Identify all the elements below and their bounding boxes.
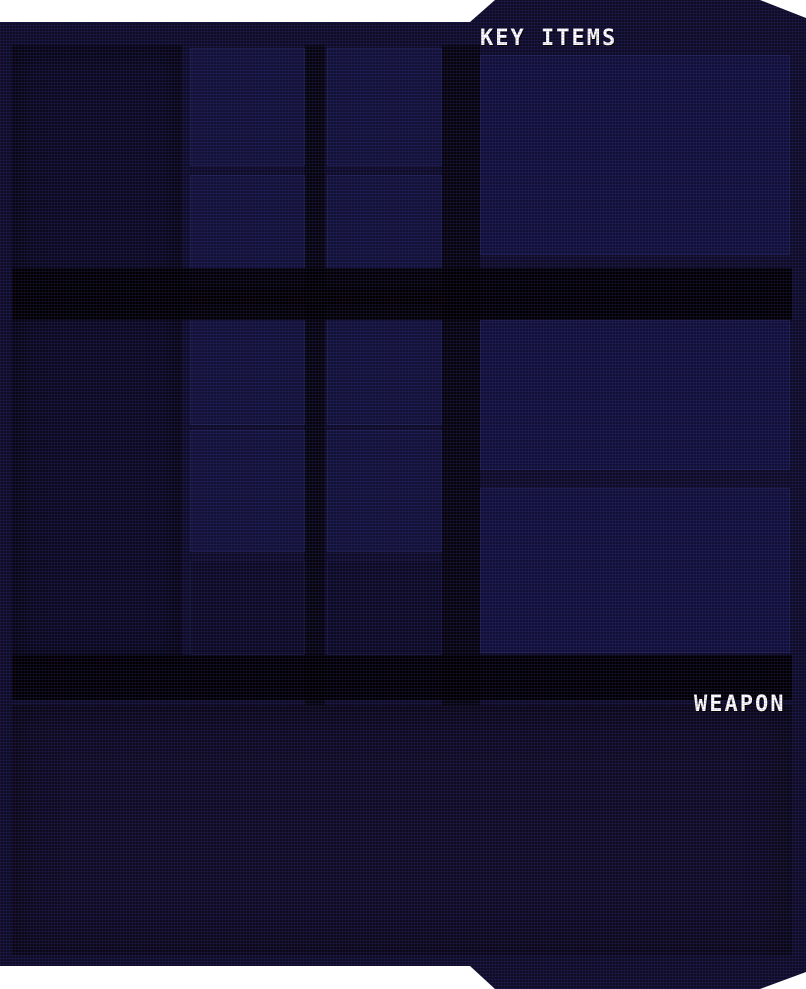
key-item-slot-2[interactable]	[480, 320, 790, 470]
key-items-label: KEY ITEMS	[480, 26, 618, 51]
key-item-slot-1[interactable]	[480, 55, 790, 255]
shadow-overlay	[12, 655, 792, 700]
equipment-column	[12, 45, 182, 665]
section-divider	[442, 45, 480, 705]
lower-panel	[12, 705, 792, 955]
inventory-slot-10[interactable]	[327, 560, 442, 655]
key-item-slot-3[interactable]	[480, 488, 790, 653]
shadow-overlay	[12, 268, 792, 320]
inventory-panel: KEY ITEMS WEAPON	[0, 0, 806, 989]
slot-divider	[305, 45, 325, 705]
inventory-slot-6[interactable]	[327, 305, 442, 425]
inventory-slot-5[interactable]	[190, 305, 305, 425]
inventory-slot-7[interactable]	[190, 430, 305, 552]
inventory-slot-8[interactable]	[327, 430, 442, 552]
inventory-slot-9[interactable]	[190, 560, 305, 655]
inventory-slot-2[interactable]	[327, 48, 442, 166]
inventory-slot-1[interactable]	[190, 48, 305, 166]
weapon-label: WEAPON	[694, 692, 786, 717]
